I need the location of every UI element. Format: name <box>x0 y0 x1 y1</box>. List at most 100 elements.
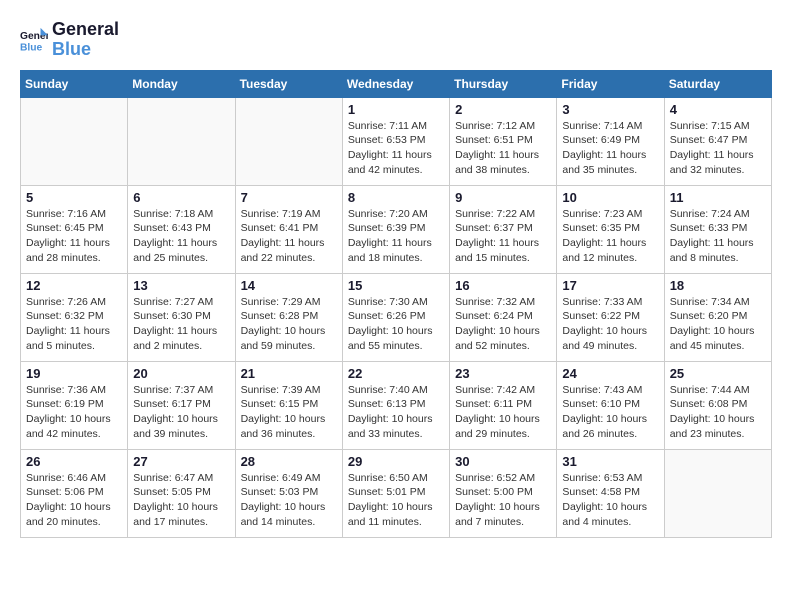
day-number: 1 <box>348 102 444 117</box>
day-info: Sunrise: 7:39 AM Sunset: 6:15 PM Dayligh… <box>241 383 337 442</box>
calendar-cell: 23 Sunrise: 7:42 AM Sunset: 6:11 PM Dayli… <box>450 361 557 449</box>
day-number: 19 <box>26 366 122 381</box>
day-info: Sunrise: 7:19 AM Sunset: 6:41 PM Dayligh… <box>241 207 337 266</box>
day-info: Sunrise: 7:32 AM Sunset: 6:24 PM Dayligh… <box>455 295 551 354</box>
logo-icon: General Blue <box>20 26 48 54</box>
calendar-cell: 27Sunrise: 6:47 AM Sunset: 5:05 PM Dayli… <box>128 449 235 537</box>
calendar-cell: 28Sunrise: 6:49 AM Sunset: 5:03 PM Dayli… <box>235 449 342 537</box>
week-row-5: 26 Sunrise: 6:46 AM Sunset: 5:06 PM Dayli… <box>21 449 772 537</box>
day-number: 3 <box>562 102 658 117</box>
day-number: 18 <box>670 278 766 293</box>
day-info: Sunrise: 6:50 AM Sunset: 5:01 PM Dayligh… <box>348 471 444 530</box>
calendar-cell: 2 Sunrise: 7:12 AM Sunset: 6:51 PM Daylig… <box>450 97 557 185</box>
calendar-cell <box>235 97 342 185</box>
day-info: Sunrise: 6:47 AM Sunset: 5:05 PM Dayligh… <box>133 471 229 530</box>
calendar-cell: 5 Sunrise: 7:16 AM Sunset: 6:45 PM Daylig… <box>21 185 128 273</box>
day-number: 2 <box>455 102 551 117</box>
day-number: 21 <box>241 366 337 381</box>
calendar-cell: 10 Sunrise: 7:23 AM Sunset: 6:35 PM Dayli… <box>557 185 664 273</box>
day-number: 22 <box>348 366 444 381</box>
day-info: Sunrise: 7:23 AM Sunset: 6:35 PM Dayligh… <box>562 207 658 266</box>
calendar-cell: 21 Sunrise: 7:39 AM Sunset: 6:15 PM Dayli… <box>235 361 342 449</box>
day-number: 14 <box>241 278 337 293</box>
day-number: 9 <box>455 190 551 205</box>
day-info: Sunrise: 7:16 AM Sunset: 6:45 PM Dayligh… <box>26 207 122 266</box>
calendar-cell: 14 Sunrise: 7:29 AM Sunset: 6:28 PM Dayli… <box>235 273 342 361</box>
logo-text: GeneralBlue <box>52 20 119 60</box>
week-row-4: 19 Sunrise: 7:36 AM Sunset: 6:19 PM Dayli… <box>21 361 772 449</box>
day-info: Sunrise: 7:30 AM Sunset: 6:26 PM Dayligh… <box>348 295 444 354</box>
day-info: Sunrise: 7:42 AM Sunset: 6:11 PM Dayligh… <box>455 383 551 442</box>
calendar-cell: 29 Sunrise: 6:50 AM Sunset: 5:01 PM Dayli… <box>342 449 449 537</box>
weekday-header-friday: Friday <box>557 70 664 97</box>
calendar-cell: 6Sunrise: 7:18 AM Sunset: 6:43 PM Daylig… <box>128 185 235 273</box>
day-info: Sunrise: 7:34 AM Sunset: 6:20 PM Dayligh… <box>670 295 766 354</box>
weekday-header-row: SundayMondayTuesdayWednesdayThursdayFrid… <box>21 70 772 97</box>
day-info: Sunrise: 7:43 AM Sunset: 6:10 PM Dayligh… <box>562 383 658 442</box>
day-number: 29 <box>348 454 444 469</box>
day-number: 17 <box>562 278 658 293</box>
day-number: 24 <box>562 366 658 381</box>
svg-text:Blue: Blue <box>20 42 43 53</box>
day-number: 11 <box>670 190 766 205</box>
day-info: Sunrise: 7:37 AM Sunset: 6:17 PM Dayligh… <box>133 383 229 442</box>
calendar-cell: 11 Sunrise: 7:24 AM Sunset: 6:33 PM Dayli… <box>664 185 771 273</box>
calendar-cell <box>664 449 771 537</box>
day-info: Sunrise: 6:52 AM Sunset: 5:00 PM Dayligh… <box>455 471 551 530</box>
day-info: Sunrise: 7:36 AM Sunset: 6:19 PM Dayligh… <box>26 383 122 442</box>
day-number: 25 <box>670 366 766 381</box>
day-info: Sunrise: 7:33 AM Sunset: 6:22 PM Dayligh… <box>562 295 658 354</box>
calendar-cell: 17 Sunrise: 7:33 AM Sunset: 6:22 PM Dayli… <box>557 273 664 361</box>
day-number: 10 <box>562 190 658 205</box>
day-info: Sunrise: 7:27 AM Sunset: 6:30 PM Dayligh… <box>133 295 229 354</box>
weekday-header-thursday: Thursday <box>450 70 557 97</box>
day-number: 28 <box>241 454 337 469</box>
calendar-cell: 24 Sunrise: 7:43 AM Sunset: 6:10 PM Dayli… <box>557 361 664 449</box>
calendar-cell: 31Sunrise: 6:53 AM Sunset: 4:58 PM Dayli… <box>557 449 664 537</box>
week-row-2: 5 Sunrise: 7:16 AM Sunset: 6:45 PM Daylig… <box>21 185 772 273</box>
day-number: 4 <box>670 102 766 117</box>
calendar-cell: 25Sunrise: 7:44 AM Sunset: 6:08 PM Dayli… <box>664 361 771 449</box>
calendar-cell: 8 Sunrise: 7:20 AM Sunset: 6:39 PM Daylig… <box>342 185 449 273</box>
day-info: Sunrise: 7:14 AM Sunset: 6:49 PM Dayligh… <box>562 119 658 178</box>
day-number: 7 <box>241 190 337 205</box>
weekday-header-saturday: Saturday <box>664 70 771 97</box>
day-number: 26 <box>26 454 122 469</box>
calendar-cell: 18 Sunrise: 7:34 AM Sunset: 6:20 PM Dayli… <box>664 273 771 361</box>
calendar-cell: 13Sunrise: 7:27 AM Sunset: 6:30 PM Dayli… <box>128 273 235 361</box>
calendar-cell: 20 Sunrise: 7:37 AM Sunset: 6:17 PM Dayli… <box>128 361 235 449</box>
logo: General Blue GeneralBlue <box>20 20 119 60</box>
day-info: Sunrise: 7:11 AM Sunset: 6:53 PM Dayligh… <box>348 119 444 178</box>
calendar-cell: 3 Sunrise: 7:14 AM Sunset: 6:49 PM Daylig… <box>557 97 664 185</box>
day-number: 12 <box>26 278 122 293</box>
calendar-cell: 4 Sunrise: 7:15 AM Sunset: 6:47 PM Daylig… <box>664 97 771 185</box>
day-number: 5 <box>26 190 122 205</box>
day-info: Sunrise: 7:24 AM Sunset: 6:33 PM Dayligh… <box>670 207 766 266</box>
day-number: 30 <box>455 454 551 469</box>
weekday-header-tuesday: Tuesday <box>235 70 342 97</box>
week-row-1: 1 Sunrise: 7:11 AM Sunset: 6:53 PM Daylig… <box>21 97 772 185</box>
calendar-cell: 22Sunrise: 7:40 AM Sunset: 6:13 PM Dayli… <box>342 361 449 449</box>
calendar-cell <box>128 97 235 185</box>
day-number: 23 <box>455 366 551 381</box>
day-number: 8 <box>348 190 444 205</box>
weekday-header-monday: Monday <box>128 70 235 97</box>
calendar-cell: 9Sunrise: 7:22 AM Sunset: 6:37 PM Daylig… <box>450 185 557 273</box>
page-header: General Blue GeneralBlue <box>20 20 772 60</box>
week-row-3: 12Sunrise: 7:26 AM Sunset: 6:32 PM Dayli… <box>21 273 772 361</box>
calendar-table: SundayMondayTuesdayWednesdayThursdayFrid… <box>20 70 772 538</box>
weekday-header-wednesday: Wednesday <box>342 70 449 97</box>
day-info: Sunrise: 6:53 AM Sunset: 4:58 PM Dayligh… <box>562 471 658 530</box>
day-info: Sunrise: 7:12 AM Sunset: 6:51 PM Dayligh… <box>455 119 551 178</box>
day-number: 16 <box>455 278 551 293</box>
calendar-cell <box>21 97 128 185</box>
day-info: Sunrise: 7:29 AM Sunset: 6:28 PM Dayligh… <box>241 295 337 354</box>
day-number: 15 <box>348 278 444 293</box>
calendar-cell: 1 Sunrise: 7:11 AM Sunset: 6:53 PM Daylig… <box>342 97 449 185</box>
calendar-cell: 12Sunrise: 7:26 AM Sunset: 6:32 PM Dayli… <box>21 273 128 361</box>
day-info: Sunrise: 6:46 AM Sunset: 5:06 PM Dayligh… <box>26 471 122 530</box>
day-info: Sunrise: 7:15 AM Sunset: 6:47 PM Dayligh… <box>670 119 766 178</box>
day-info: Sunrise: 7:18 AM Sunset: 6:43 PM Dayligh… <box>133 207 229 266</box>
day-number: 20 <box>133 366 229 381</box>
day-info: Sunrise: 7:20 AM Sunset: 6:39 PM Dayligh… <box>348 207 444 266</box>
